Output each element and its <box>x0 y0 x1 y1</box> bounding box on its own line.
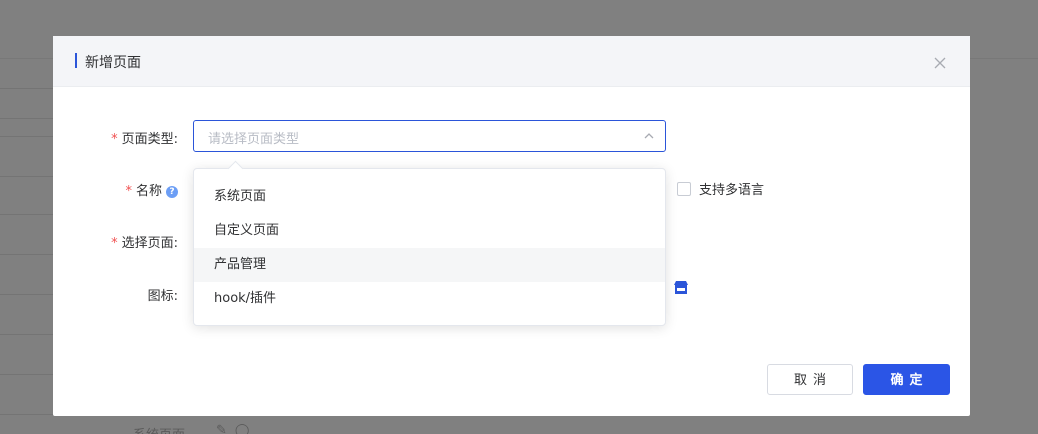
background-row-divider <box>0 414 53 415</box>
page-type-dropdown: 系统页面 自定义页面 产品管理 hook/插件 <box>193 160 666 326</box>
close-icon[interactable] <box>933 56 947 70</box>
name-label-text: 名称 <box>135 184 162 199</box>
name-label: * 名称? <box>125 180 178 199</box>
page-type-label-text: 页面类型: <box>121 132 178 147</box>
dropdown-option-custom-page[interactable]: 自定义页面 <box>194 214 665 248</box>
background-row-divider <box>0 88 53 89</box>
background-row-divider <box>0 176 53 177</box>
background-row-actions: ✎◯ <box>216 423 257 434</box>
cancel-button[interactable]: 取消 <box>767 364 853 395</box>
background-row-text: 系统页面 <box>133 424 185 434</box>
dropdown-arrow <box>227 160 244 177</box>
confirm-button[interactable]: 确定 <box>863 364 950 395</box>
background-row-divider <box>0 294 53 295</box>
background-row-divider <box>0 334 53 335</box>
chevron-up-icon <box>644 133 654 139</box>
help-icon[interactable]: ? <box>166 186 178 198</box>
title-accent-bar <box>75 53 77 68</box>
page-type-label: * 页面类型: <box>111 128 178 147</box>
background-row-divider <box>0 118 53 119</box>
icon-label: 图标: <box>147 289 178 304</box>
required-marker: * <box>111 132 118 147</box>
edit-icon: ✎ <box>216 423 235 434</box>
add-page-dialog: 新增页面 * 页面类型: 请选择页面类型 * 名称? 支持多语言 * 选择页面: 图标… <box>53 36 970 416</box>
page-type-placeholder: 请选择页面类型 <box>208 132 300 147</box>
dropdown-option-system-page[interactable]: 系统页面 <box>194 180 665 214</box>
background-row-divider <box>0 254 53 255</box>
select-page-label-text: 选择页面: <box>121 236 178 251</box>
page-type-select[interactable]: 请选择页面类型 <box>193 120 666 152</box>
background-row-divider <box>0 214 53 215</box>
dropdown-option-product-management[interactable]: 产品管理 <box>194 248 665 282</box>
background-row-divider <box>0 136 53 137</box>
required-marker: * <box>125 184 132 199</box>
required-marker: * <box>111 236 118 251</box>
multilang-checkbox[interactable] <box>677 182 691 196</box>
multilang-label[interactable]: 支持多语言 <box>699 179 764 198</box>
search-icon: ◯ <box>234 423 258 434</box>
dialog-title: 新增页面 <box>85 55 141 71</box>
store-icon[interactable] <box>673 280 689 296</box>
dialog-header: 新增页面 <box>53 36 970 87</box>
select-page-label: * 选择页面: <box>111 232 178 251</box>
dropdown-option-hook-plugin[interactable]: hook/插件 <box>194 282 665 316</box>
background-row-divider <box>0 374 53 375</box>
